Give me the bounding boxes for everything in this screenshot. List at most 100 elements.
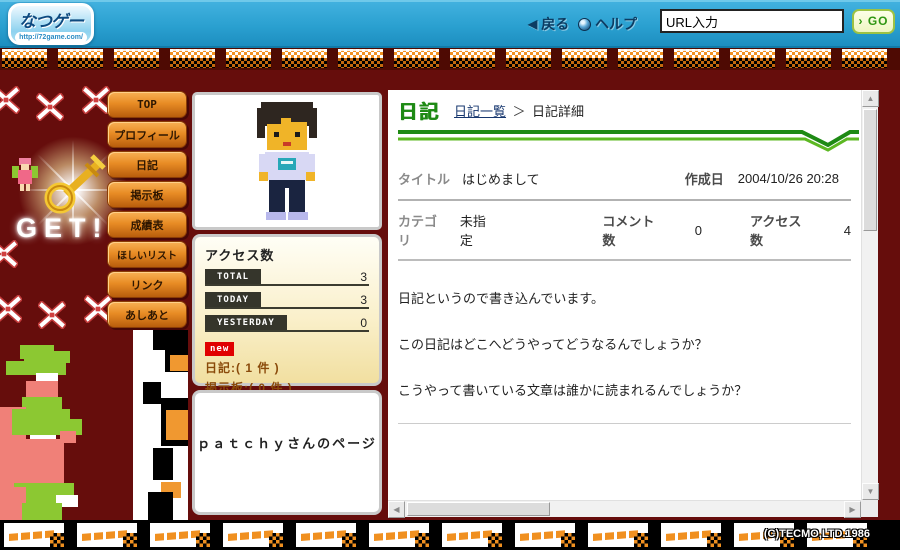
brick-tile bbox=[394, 49, 439, 68]
avatar-image bbox=[247, 100, 327, 222]
horizontal-scroll-thumb[interactable] bbox=[407, 502, 550, 516]
access-count-panel: アクセス数 TOTAL 3 TODAY 3 YESTERDAY 0 new 日記… bbox=[192, 234, 382, 386]
divider bbox=[398, 423, 851, 424]
sidebar-item-diary[interactable]: 日記 bbox=[107, 151, 187, 178]
diary-section-title: 日記 bbox=[398, 97, 440, 124]
brick-tile bbox=[338, 49, 383, 68]
help-label: ヘルプ bbox=[595, 14, 637, 34]
vertical-scroll-thumb[interactable] bbox=[863, 109, 877, 231]
sidebar-item-top[interactable]: TOP bbox=[107, 91, 187, 118]
brick-tile bbox=[730, 49, 775, 68]
go-button[interactable]: › GO bbox=[852, 9, 895, 34]
brick-tile bbox=[223, 523, 283, 547]
comments-value: 0 bbox=[695, 223, 702, 238]
sidebar-item-board[interactable]: 掲示板 bbox=[107, 181, 187, 208]
x-sprite-icon bbox=[82, 86, 110, 114]
brick-tile bbox=[661, 523, 721, 547]
horizontal-scrollbar[interactable]: ◀ ▶ bbox=[388, 500, 861, 517]
sidebar-item-label: ほしいリスト bbox=[117, 247, 177, 262]
brick-tile bbox=[282, 49, 327, 68]
access-row-label: TOTAL bbox=[205, 269, 261, 284]
brick-tile bbox=[674, 49, 719, 68]
go-label: GO bbox=[868, 14, 889, 28]
back-label: 戻る bbox=[541, 14, 569, 34]
brick-tile bbox=[114, 49, 159, 68]
brick-tile bbox=[296, 523, 356, 547]
dana-sprite-icon bbox=[0, 345, 115, 520]
fairy-sprite-icon bbox=[12, 158, 38, 194]
created-value: 2004/10/26 20:28 bbox=[738, 171, 839, 186]
top-header-bar: なつゲー http://72game.com/ ◀ 戻る ヘルプ › GO bbox=[0, 0, 900, 48]
title-row: タイトル はじめまして 作成日 2004/10/26 20:28 bbox=[398, 169, 851, 188]
diary-content: 日記 日記一覧 ＞ 日記詳細 タイトル はじめまして 作成日 2004/10/2… bbox=[388, 90, 861, 500]
help-globe-icon bbox=[578, 18, 591, 31]
brick-tile bbox=[450, 49, 495, 68]
sidebar-item-footprints[interactable]: あしあと bbox=[107, 301, 187, 328]
sidebar-item-label: TOP bbox=[137, 98, 157, 111]
diary-body-line: この日記はどこへどうやってどうなるんでしょうか？ bbox=[398, 334, 851, 353]
x-sprite-icon bbox=[0, 86, 20, 114]
copyright-text: (C)TECMO,LTD.1986 bbox=[764, 528, 870, 540]
brick-tile bbox=[58, 49, 103, 68]
sidebar-item-links[interactable]: リンク bbox=[107, 271, 187, 298]
get-label: GET! bbox=[16, 213, 109, 244]
brick-tile bbox=[842, 49, 887, 68]
brick-tile bbox=[226, 49, 271, 68]
sidebar-item-label: 日記 bbox=[136, 157, 158, 173]
category-label: カテゴリ bbox=[398, 211, 448, 249]
brick-row-top bbox=[0, 48, 900, 70]
access-row-total: TOTAL 3 bbox=[205, 269, 369, 286]
site-logo-title: なつゲー bbox=[11, 7, 91, 32]
page-owner-name: ｐａｔｃｈｙさんのページ bbox=[195, 433, 379, 452]
access-row-value: 3 bbox=[360, 270, 369, 284]
brick-tile bbox=[170, 49, 215, 68]
divider bbox=[398, 199, 851, 201]
x-sprite-icon bbox=[0, 240, 18, 268]
category-row: カテゴリ 未指定 コメント数 0 アクセス数 4 bbox=[398, 211, 851, 249]
x-sprite-icon bbox=[38, 301, 66, 329]
breadcrumb: 日記一覧 ＞ 日記詳細 bbox=[454, 101, 584, 121]
divider bbox=[398, 259, 851, 261]
diary-main-panel: 日記 日記一覧 ＞ 日記詳細 タイトル はじめまして 作成日 2004/10/2… bbox=[388, 90, 878, 517]
back-button[interactable]: ◀ 戻る bbox=[528, 14, 569, 34]
scroll-down-button[interactable]: ▼ bbox=[862, 483, 879, 500]
sidebar-item-label: プロフィール bbox=[114, 127, 180, 143]
comments-label: コメント数 bbox=[602, 211, 664, 249]
sidebar-item-wishlist[interactable]: ほしいリスト bbox=[107, 241, 187, 268]
site-logo-url: http://72game.com/ bbox=[15, 32, 87, 43]
green-section-rule bbox=[398, 128, 860, 152]
x-sprite-icon bbox=[0, 295, 22, 323]
breadcrumb-separator: ＞ bbox=[512, 104, 525, 119]
golden-key-icon bbox=[42, 152, 108, 214]
site-logo[interactable]: なつゲー http://72game.com/ bbox=[8, 3, 94, 45]
help-button[interactable]: ヘルプ bbox=[578, 14, 637, 34]
diary-body-line: 日記というので書き込んでいます。 bbox=[398, 288, 851, 307]
sidebar-menu: TOP プロフィール 日記 掲示板 成績表 ほしいリスト リンク あしあと bbox=[107, 91, 187, 331]
sidebar-item-profile[interactable]: プロフィール bbox=[107, 121, 187, 148]
brick-tile bbox=[2, 49, 47, 68]
scroll-left-button[interactable]: ◀ bbox=[388, 501, 405, 518]
breadcrumb-diary-list-link[interactable]: 日記一覧 bbox=[454, 104, 506, 119]
new-diary-count[interactable]: 日記:( 1 件 ) bbox=[205, 359, 369, 376]
category-value: 未指定 bbox=[460, 211, 497, 249]
brick-tile bbox=[369, 523, 429, 547]
scroll-up-button[interactable]: ▲ bbox=[862, 90, 879, 107]
url-input[interactable] bbox=[660, 9, 844, 33]
created-group: 作成日 2004/10/26 20:28 bbox=[685, 169, 839, 188]
scrollbar-corner bbox=[861, 500, 878, 517]
access-row-label: TODAY bbox=[205, 292, 261, 307]
access-row-today: TODAY 3 bbox=[205, 292, 369, 309]
back-arrow-icon: ◀ bbox=[528, 17, 537, 31]
brick-tile bbox=[442, 523, 502, 547]
access-row-value: 0 bbox=[360, 316, 369, 330]
scroll-right-button[interactable]: ▶ bbox=[844, 501, 861, 518]
access-row-label: YESTERDAY bbox=[205, 315, 287, 330]
x-sprite-icon bbox=[36, 93, 64, 121]
go-arrow-icon: › bbox=[858, 14, 863, 28]
natsuge-diary-page: { "header": { "logo_title": "なつゲー", "log… bbox=[0, 0, 900, 550]
vertical-scrollbar[interactable]: ▲ ▼ bbox=[861, 90, 878, 500]
created-label: 作成日 bbox=[685, 169, 724, 188]
brick-tile bbox=[506, 49, 551, 68]
sidebar-item-scores[interactable]: 成績表 bbox=[107, 211, 187, 238]
brick-tile bbox=[4, 523, 64, 547]
